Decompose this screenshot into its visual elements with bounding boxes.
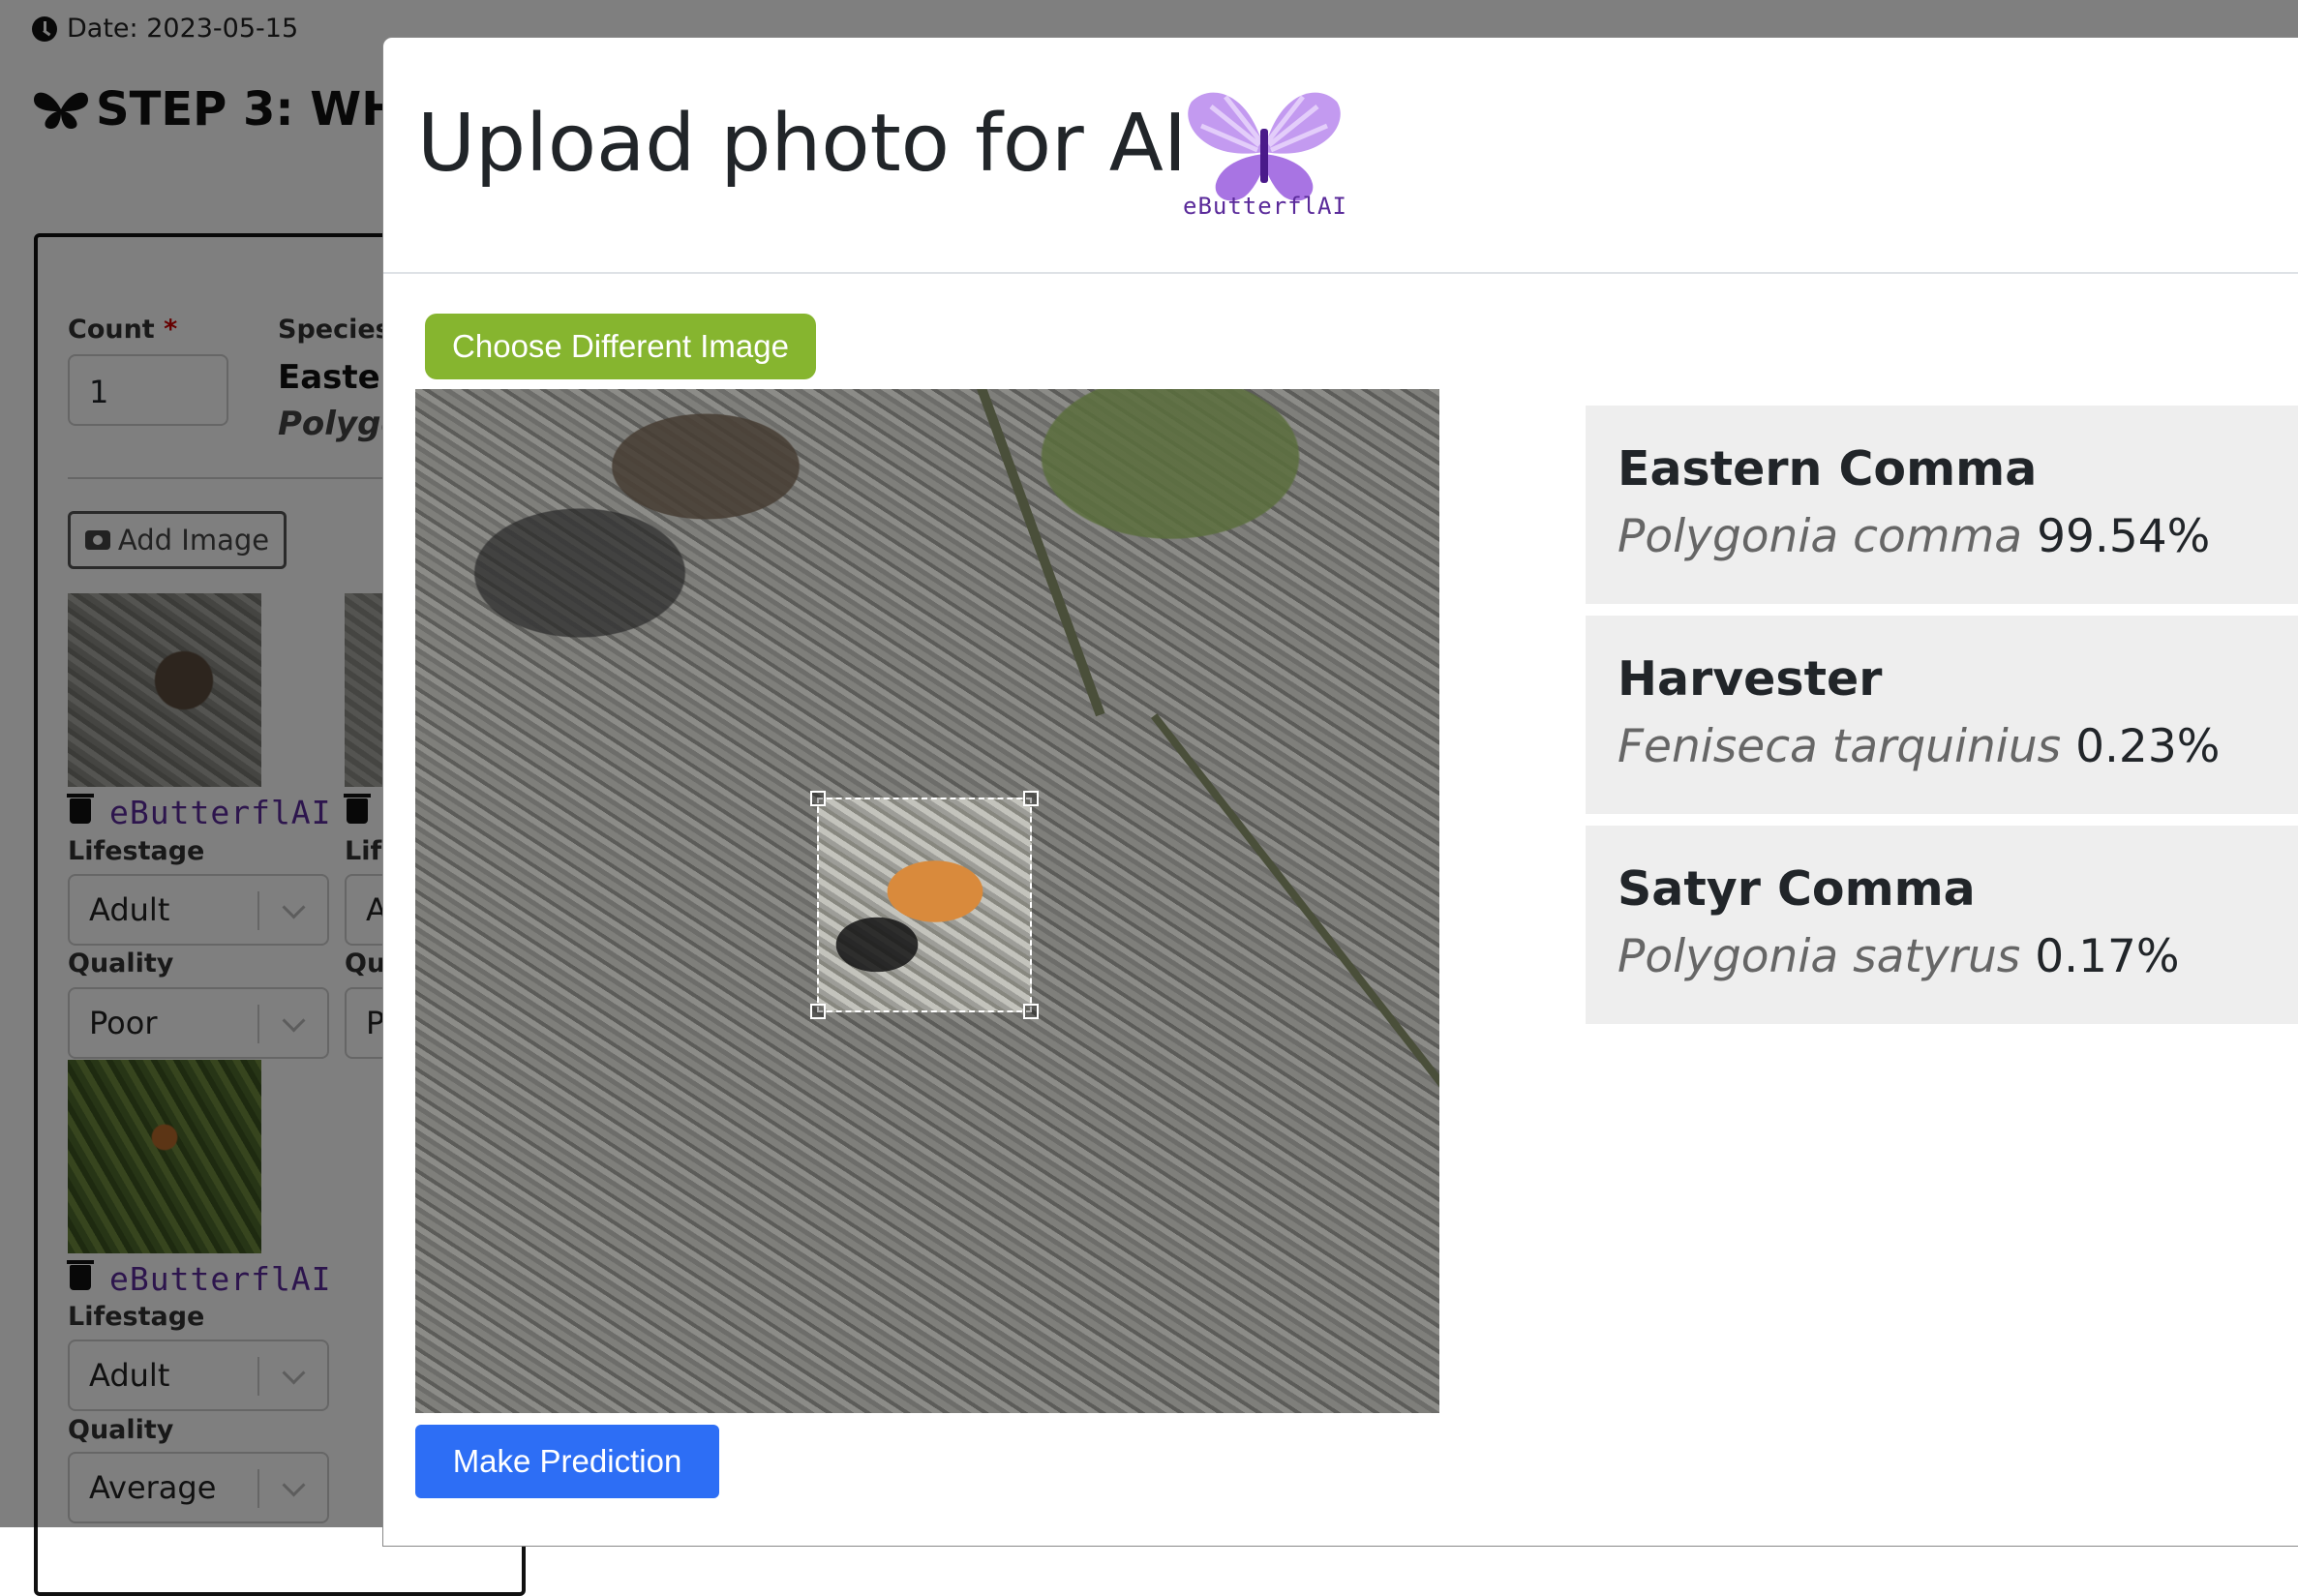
prediction-confidence: 0.17% [2035, 930, 2180, 983]
prediction-common-name: Eastern Comma [1618, 441, 2038, 497]
make-prediction-button[interactable]: Make Prediction [415, 1425, 719, 1498]
prediction-results: Eastern Comma Polygonia comma 99.54% Har… [1586, 406, 2298, 1036]
logo-text: eButterflAI [1183, 193, 1347, 220]
prediction-scientific-name: Feniseca tarquinius [1618, 720, 2062, 773]
modal-header: Upload photo for AI eButterflAI [383, 38, 2298, 274]
prediction-scientific-name: Polygonia satyrus [1618, 930, 2021, 983]
prediction-confidence: 0.23% [2075, 720, 2221, 773]
prediction-card: Satyr Comma Polygonia satyrus 0.17% [1586, 826, 2298, 1024]
prediction-common-name: Satyr Comma [1618, 861, 1976, 917]
choose-different-image-button[interactable]: Choose Different Image [425, 314, 816, 379]
photo-stem [977, 389, 1105, 717]
prediction-detail: Polygonia comma 99.54% [1618, 510, 2210, 563]
crop-selection[interactable] [810, 791, 1039, 1019]
prediction-scientific-name: Polygonia comma [1618, 510, 2023, 563]
uploaded-photo[interactable] [415, 389, 1439, 1413]
prediction-detail: Polygonia satyrus 0.17% [1618, 930, 2180, 983]
crop-handle-top-left[interactable] [810, 791, 826, 806]
prediction-common-name: Harvester [1618, 651, 1883, 707]
prediction-confidence: 99.54% [2037, 510, 2211, 563]
photo-stem [1151, 713, 1439, 1115]
crop-handle-top-right[interactable] [1023, 791, 1039, 806]
prediction-card: Harvester Feniseca tarquinius 0.23% [1586, 616, 2298, 814]
prediction-detail: Feniseca tarquinius 0.23% [1618, 720, 2220, 773]
crop-handle-bottom-right[interactable] [1023, 1004, 1039, 1019]
crop-handle-bottom-left[interactable] [810, 1004, 826, 1019]
modal-title: Upload photo for AI [417, 98, 1188, 190]
upload-modal: Upload photo for AI eButterflAI Choose D… [382, 37, 2298, 1547]
prediction-card: Eastern Comma Polygonia comma 99.54% [1586, 406, 2298, 604]
